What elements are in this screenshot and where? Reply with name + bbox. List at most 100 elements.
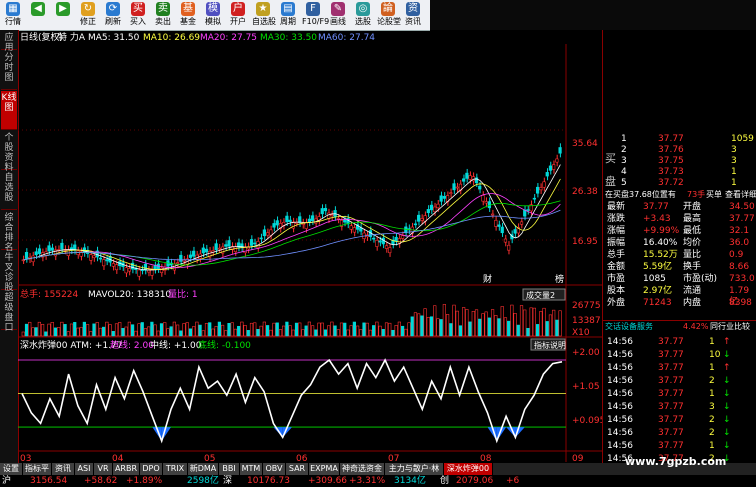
candle-body — [60, 242, 64, 250]
ma20-label: MA20: 27.75 — [200, 33, 257, 43]
indicator-tab-3[interactable]: ASI — [75, 463, 94, 475]
indicator-tab-11[interactable]: OBV — [263, 463, 286, 475]
indicator-tab-6[interactable]: DPO — [140, 463, 163, 475]
sidebar-item-0[interactable]: 应用 — [1, 31, 17, 53]
volume-bar — [288, 325, 292, 337]
marker-cai[interactable]: 财 — [483, 273, 492, 285]
volume-bar — [172, 321, 176, 337]
candle-body — [449, 192, 453, 195]
toolbar-button-12[interactable]: F F10/F9 — [302, 1, 329, 29]
indicator-tab-1[interactable]: 指标平台 — [23, 463, 52, 485]
sidebar-item-5[interactable]: 综合排名 — [1, 211, 17, 253]
volume-bar — [400, 325, 405, 337]
candle-body — [272, 223, 276, 228]
toolbar-button-7[interactable]: 基基金 — [177, 1, 199, 29]
ma30-line — [23, 200, 561, 266]
indicator-tab-16[interactable]: 深水炸弹00 — [444, 463, 493, 475]
back-icon: ◀ — [31, 2, 45, 16]
ma30-label: MA30: 33.50 — [260, 33, 317, 43]
volume-bar — [214, 326, 218, 337]
indicator-tab-5[interactable]: ARBR — [113, 463, 140, 475]
peer-compare-button[interactable]: 同行业比较 — [710, 321, 750, 332]
volume-bar — [79, 326, 83, 337]
toolbar-button-14[interactable]: ◎ 选股 — [352, 1, 374, 29]
news-icon: 资 — [406, 2, 420, 16]
volume-bar — [208, 322, 212, 337]
toolbar-button-0[interactable]: ▦ 行情 — [2, 1, 24, 29]
toolbar-label: 自选股 — [252, 17, 276, 26]
toolbar-button-16[interactable]: 资资讯 — [402, 1, 424, 29]
volume-bar — [542, 307, 546, 337]
select-icon: ◎ — [356, 2, 370, 16]
candle-body — [404, 226, 408, 234]
quote-row: 外盘 71243 内盘 8398 — [607, 298, 752, 308]
volume-bar — [343, 322, 347, 337]
toolbar-button-3[interactable]: ↻ 修正 — [77, 1, 99, 29]
chart-svg[interactable]: 日线(复权) 特 力A MA5: 31.50 MA10: 26.69 MA20:… — [18, 30, 605, 465]
sidebar-item-2[interactable]: K线图 — [1, 91, 17, 130]
toolbar-button-10[interactable]: ★ 自选股 — [252, 1, 276, 29]
volume-bar — [249, 322, 254, 337]
toolbar-button-1[interactable]: ◀ — [27, 1, 49, 29]
toolbar-button-4[interactable]: ⟳ 刷新 — [102, 1, 124, 29]
candle-body — [304, 222, 308, 229]
tick-row: 14:56 37.77 2 ↓ — [607, 428, 731, 438]
candle-body — [89, 254, 93, 261]
volume-bar — [298, 322, 302, 337]
indicator-tab-13[interactable]: EXPMA — [309, 463, 340, 475]
toolbar-button-6[interactable]: 卖卖出 — [152, 1, 174, 29]
sidebar-item-6[interactable]: 牛叉诊股 — [1, 251, 17, 293]
indicator-tab-14[interactable]: 神奇选资金介入 — [340, 463, 385, 485]
toolbar-button-11[interactable]: ▤ 周期 — [277, 1, 299, 29]
indicator-tab-7[interactable]: TRIX — [163, 463, 188, 475]
volume-bar — [60, 321, 64, 337]
orderbook-row: 5 37.72 1 — [621, 178, 737, 188]
detail-link[interactable]: 查看详细 — [725, 189, 756, 200]
toolbar-button-2[interactable]: ▶ — [52, 1, 74, 29]
toolbar-button-15[interactable]: 論论股堂 — [377, 1, 401, 29]
indicator-tab-10[interactable]: MTM — [240, 463, 263, 475]
volume-bar — [320, 322, 324, 337]
volume-bar — [153, 324, 157, 337]
indicator-tab-8[interactable]: 新DMA — [188, 463, 219, 475]
candle-body — [249, 239, 254, 246]
indicator-tab-4[interactable]: VR — [94, 463, 113, 475]
volume-bar — [346, 329, 350, 337]
indicator-tab-2[interactable]: 资讯 — [52, 463, 75, 475]
candle-body — [535, 186, 540, 194]
volume-bar — [105, 321, 109, 337]
toolbar-button-8[interactable]: 模模拟 — [202, 1, 224, 29]
candle-body — [31, 255, 35, 263]
sidebar-item-3[interactable]: 个股资料 — [1, 131, 17, 173]
candle-body — [179, 254, 183, 262]
volume-bar — [69, 323, 74, 337]
candle-body — [137, 269, 141, 277]
toolbar-label: 画线 — [330, 17, 346, 26]
toolbar-button-5[interactable]: 买买入 — [127, 1, 149, 29]
candle-body — [426, 209, 430, 214]
candle-body — [545, 172, 549, 177]
volume-bar — [21, 331, 25, 337]
candle-body — [394, 236, 398, 242]
volume-bar — [220, 324, 225, 337]
indicator-tab-9[interactable]: BBI — [219, 463, 240, 475]
candle-body — [307, 218, 311, 223]
sidebar-item-1[interactable]: 分时图 — [1, 51, 17, 90]
candle-body — [490, 213, 495, 216]
indicator-tab-12[interactable]: SAR — [286, 463, 309, 475]
toolbar-button-9[interactable]: 户开户 — [227, 1, 249, 29]
volume-bar — [243, 325, 247, 337]
sidebar-item-7[interactable]: 超级盘口 — [1, 291, 17, 333]
indicator-tab-15[interactable]: 主力与散户·林杀 — [385, 463, 444, 485]
candle-body — [388, 247, 392, 254]
candle-body — [269, 229, 273, 236]
redo-icon: ⟳ — [106, 2, 120, 16]
toolbar-button-13[interactable]: ✎ 画线 — [327, 1, 349, 29]
sidebar-item-4[interactable]: 自选股 — [1, 171, 17, 210]
volume-bar — [555, 319, 559, 337]
marker-bang[interactable]: 榜 — [555, 273, 564, 285]
candle-body — [201, 247, 205, 254]
volume-bar — [497, 318, 501, 337]
volume-bar — [381, 329, 385, 337]
indicator-tab-0[interactable]: 设置 — [0, 463, 23, 475]
